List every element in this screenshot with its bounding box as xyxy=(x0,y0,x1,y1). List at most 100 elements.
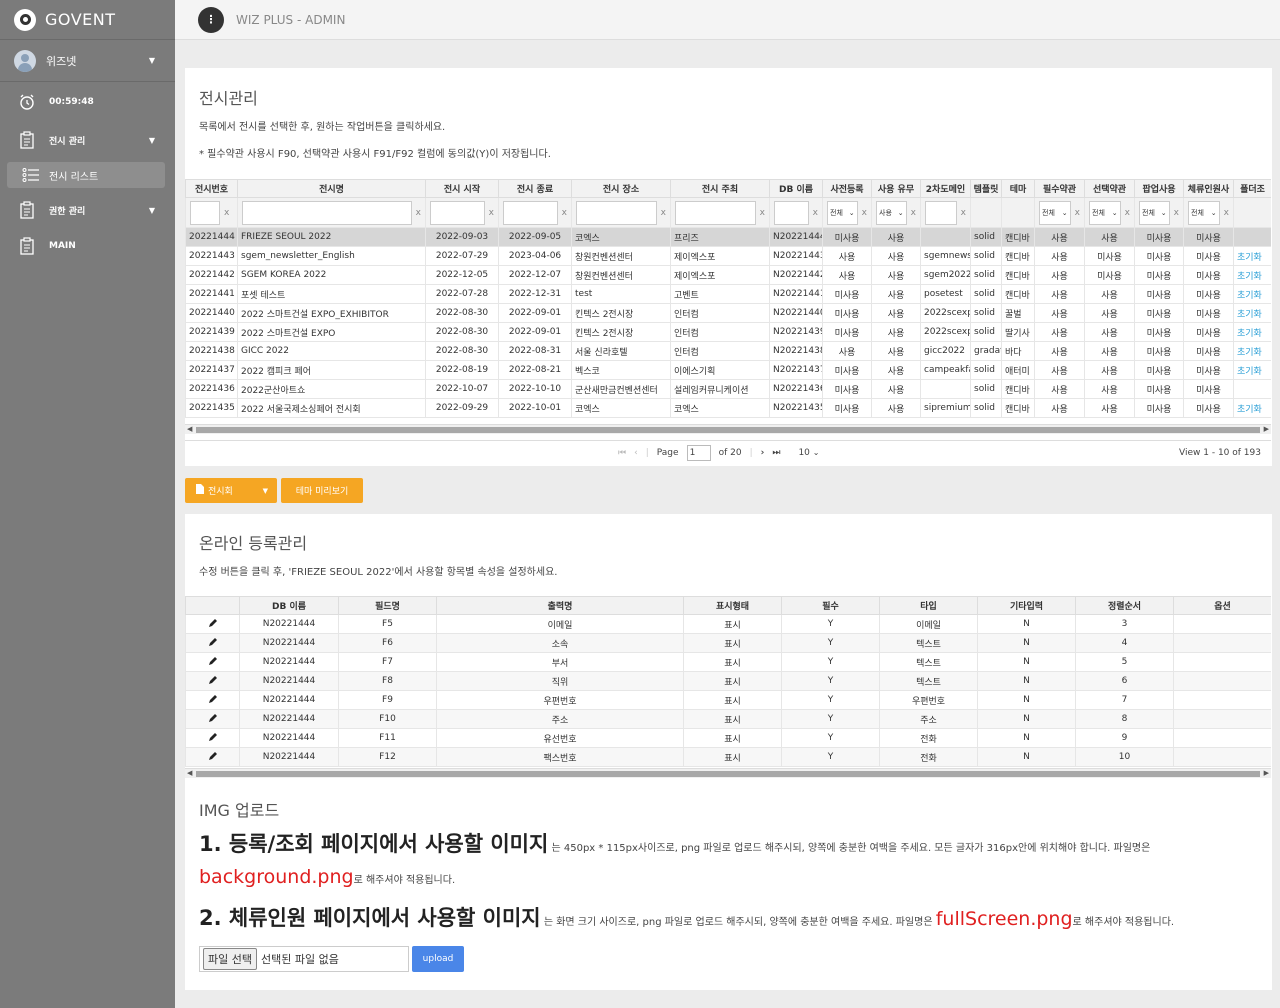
table-row[interactable]: N20221444 F9 우편번호 표시 Y 우편번호 N 7 xyxy=(185,690,1271,710)
column-header[interactable]: 전시명 xyxy=(237,179,426,198)
reset-link[interactable]: 초기화 xyxy=(1233,360,1271,380)
edit-button[interactable] xyxy=(185,709,240,729)
page-input[interactable]: 1 xyxy=(686,444,711,461)
clear-filter-icon[interactable]: x xyxy=(1174,208,1179,218)
scroll-left-icon[interactable]: ◀ xyxy=(187,425,192,433)
sidebar-item-exhibit-list[interactable]: 전시 리스트 xyxy=(7,162,165,188)
table-row[interactable]: 20221440 2022 스마트건설 EXPO_EXHIBITOR 2022-08… xyxy=(185,303,1271,323)
first-page-icon[interactable]: ⏮ xyxy=(618,448,626,458)
edit-button[interactable] xyxy=(185,690,240,710)
column-header[interactable]: 선택약관 xyxy=(1084,179,1135,198)
column-header[interactable]: DB 이름 xyxy=(239,596,339,615)
table-row[interactable]: N20221444 F12 팩스번호 표시 Y 전화 N 10 xyxy=(185,747,1271,767)
filter-input[interactable] xyxy=(430,200,485,225)
clear-filter-icon[interactable]: x xyxy=(813,208,818,218)
table-row[interactable]: N20221444 F6 소속 표시 Y 텍스트 N 4 xyxy=(185,633,1271,653)
column-header[interactable]: 사용 유무 xyxy=(871,179,921,198)
exhibit-button[interactable]: 전시회 ▼ xyxy=(185,478,277,503)
table-row[interactable]: 20221443 sgem_newsletter_English 2022-07-2… xyxy=(185,246,1271,266)
filter-input[interactable] xyxy=(675,200,756,225)
column-header[interactable] xyxy=(185,596,240,615)
user-menu[interactable]: 위즈넷 ▼ xyxy=(0,40,175,82)
prev-page-icon[interactable]: ‹ xyxy=(634,448,638,458)
scroll-left-icon[interactable]: ◀ xyxy=(187,769,192,777)
caret-down-icon[interactable]: ▼ xyxy=(263,487,268,495)
clear-filter-icon[interactable]: x xyxy=(862,208,867,218)
table-row[interactable]: 20221438 GICC 2022 2022-08-30 2022-08-31 서울 … xyxy=(185,341,1271,361)
table-row[interactable]: 20221437 2022 캠피크 페어 2022-08-19 2022-08-21 벡… xyxy=(185,360,1271,380)
clear-filter-icon[interactable]: x xyxy=(911,208,916,218)
column-header[interactable]: 전시번호 xyxy=(185,179,238,198)
column-header[interactable]: 템플릿 xyxy=(970,179,1002,198)
column-header[interactable]: 테마 xyxy=(1001,179,1035,198)
sidebar-item-main[interactable]: MAIN xyxy=(0,228,175,264)
table-row[interactable]: 20221435 2022 서울국제소싱페어 전시회 2022-09-29 2022-… xyxy=(185,398,1271,418)
filter-input[interactable] xyxy=(190,200,220,225)
filter-select[interactable]: 전체 ⌄ xyxy=(1188,200,1220,225)
filter-select[interactable]: 전체 ⌄ xyxy=(1139,200,1170,225)
theme-preview-button[interactable]: 테마 미리보기 xyxy=(281,478,363,503)
filter-select[interactable]: 사용 ⌄ xyxy=(876,200,907,225)
upload-button[interactable]: upload xyxy=(412,946,464,972)
filter-input[interactable] xyxy=(774,200,809,225)
choose-file-button[interactable]: 파일 선택 xyxy=(203,948,257,970)
table-row[interactable]: 20221441 포셋 테스트 2022-07-28 2022-12-31 test 고벤… xyxy=(185,284,1271,304)
filter-select[interactable]: 전체 ⌄ xyxy=(1039,200,1071,225)
filter-input[interactable] xyxy=(576,200,657,225)
table-row[interactable]: 20221442 SGEM KOREA 2022 2022-12-05 2022-12… xyxy=(185,265,1271,285)
column-header[interactable]: 사전등록 xyxy=(822,179,872,198)
scrollbar-thumb[interactable] xyxy=(196,427,1260,433)
reset-link[interactable]: 초기화 xyxy=(1233,398,1271,418)
column-header[interactable]: 폴더조 xyxy=(1233,179,1271,198)
edit-button[interactable] xyxy=(185,728,240,748)
table-row[interactable]: 20221444 FRIEZE SEOUL 2022 2022-09-03 2022-… xyxy=(185,227,1271,247)
reset-link[interactable]: 초기화 xyxy=(1233,322,1271,342)
table-row[interactable]: N20221444 F10 주소 표시 Y 주소 N 8 xyxy=(185,709,1271,729)
last-page-icon[interactable]: ⏭ xyxy=(772,448,780,458)
clear-filter-icon[interactable]: x xyxy=(1125,208,1130,218)
reset-link[interactable]: 초기화 xyxy=(1233,246,1271,266)
clear-filter-icon[interactable]: x xyxy=(562,208,567,218)
clear-filter-icon[interactable]: x xyxy=(661,208,666,218)
file-input[interactable]: 파일 선택 선택된 파일 없음 xyxy=(199,946,409,972)
column-header[interactable]: 전시 시작 xyxy=(425,179,499,198)
horizontal-scrollbar[interactable]: ◀ ▶ xyxy=(185,424,1271,434)
reset-link[interactable]: 초기화 xyxy=(1233,303,1271,323)
table-row[interactable]: 20221436 2022군산아트쇼 2022-10-07 2022-10-10 군산새… xyxy=(185,379,1271,399)
scroll-right-icon[interactable]: ▶ xyxy=(1264,769,1269,777)
clear-filter-icon[interactable]: x xyxy=(489,208,494,218)
column-header[interactable]: 필수약관 xyxy=(1034,179,1085,198)
clear-filter-icon[interactable]: x xyxy=(1075,208,1080,218)
clear-filter-icon[interactable]: x xyxy=(416,208,421,218)
column-header[interactable]: 체류인원사 xyxy=(1183,179,1234,198)
clear-filter-icon[interactable]: x xyxy=(760,208,765,218)
table-row[interactable]: N20221444 F7 부서 표시 Y 텍스트 N 5 xyxy=(185,652,1271,672)
filter-input[interactable] xyxy=(242,200,412,225)
table-row[interactable]: N20221444 F11 유선번호 표시 Y 전화 N 9 xyxy=(185,728,1271,748)
scroll-right-icon[interactable]: ▶ xyxy=(1264,425,1269,433)
filter-input[interactable] xyxy=(503,200,558,225)
edit-button[interactable] xyxy=(185,747,240,767)
clear-filter-icon[interactable]: x xyxy=(224,208,229,218)
clear-filter-icon[interactable]: x xyxy=(961,208,966,218)
sidebar-item-exhibit-manage[interactable]: 전시 관리 ▼ xyxy=(0,122,175,158)
table-row[interactable]: 20221439 2022 스마트건설 EXPO 2022-08-30 2022-09… xyxy=(185,322,1271,342)
table-row[interactable]: N20221444 F8 직위 표시 Y 텍스트 N 6 xyxy=(185,671,1271,691)
filter-input[interactable] xyxy=(925,200,957,225)
brand[interactable]: GOVENT xyxy=(0,0,175,40)
horizontal-scrollbar[interactable]: ◀ ▶ xyxy=(185,768,1271,778)
column-header[interactable]: 출력명 xyxy=(436,596,684,615)
clear-filter-icon[interactable]: x xyxy=(1224,208,1229,218)
column-header[interactable]: 전시 주최 xyxy=(670,179,770,198)
table-row[interactable]: N20221444 F5 이메일 표시 Y 이메일 N 3 xyxy=(185,614,1271,634)
edit-button[interactable] xyxy=(185,614,240,634)
column-header[interactable]: 필드명 xyxy=(338,596,437,615)
column-header[interactable]: 정렬순서 xyxy=(1075,596,1174,615)
column-header[interactable]: DB 이름 xyxy=(769,179,823,198)
filter-select[interactable]: 전체 ⌄ xyxy=(1089,200,1121,225)
column-header[interactable]: 필수 xyxy=(781,596,880,615)
column-header[interactable]: 옵션 xyxy=(1173,596,1271,615)
filter-select[interactable]: 전체 ⌄ xyxy=(827,200,858,225)
edit-button[interactable] xyxy=(185,652,240,672)
per-page-select[interactable]: 10 ⌄ xyxy=(798,448,819,458)
